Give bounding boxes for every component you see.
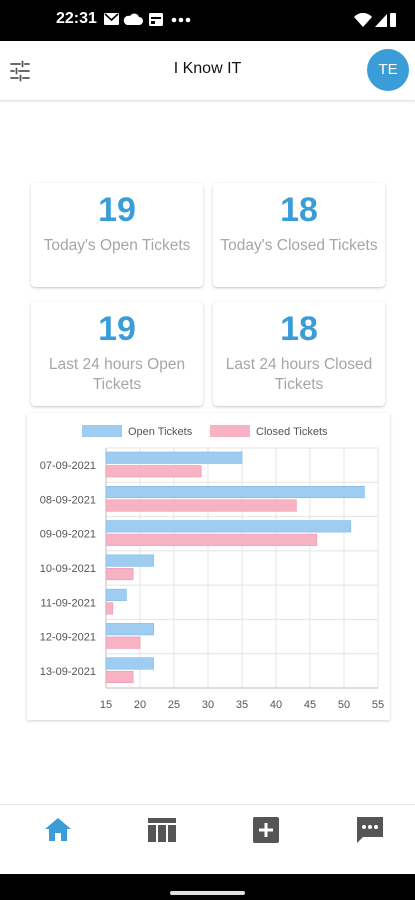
stat-label: Last 24 hours Open Tickets <box>48 356 186 393</box>
stat-value: 19 <box>98 191 136 229</box>
bar-closed-tickets <box>105 670 134 684</box>
category-tick-label: 11-09-2021 <box>41 597 96 609</box>
x-tick-label: 20 <box>134 699 146 711</box>
x-tick-label: 25 <box>168 699 180 711</box>
category-tick-label: 08-09-2021 <box>40 494 96 506</box>
bar-open-tickets <box>105 588 127 601</box>
avatar[interactable]: TE <box>367 49 409 91</box>
home-icon[interactable] <box>43 815 73 845</box>
app-bar: I Know IT TE <box>0 41 415 101</box>
stat-label: Today's Closed Tickets <box>220 237 378 254</box>
bar-open-tickets <box>105 657 154 670</box>
bar-closed-tickets <box>105 533 318 546</box>
notification-icons <box>104 13 191 26</box>
chart-svg: Open Tickets Closed Tickets 07-09-2021 08-0… <box>40 425 384 711</box>
bottom-nav <box>0 804 415 874</box>
stat-card-24h-closed[interactable]: 18 Last 24 hours Closed Tickets <box>213 302 385 406</box>
page-title: I Know IT <box>173 60 242 77</box>
tickets-chart: Open Tickets Closed Tickets 07-09-2021 08-0… <box>27 413 390 720</box>
category-tick-label: 13-09-2021 <box>40 666 96 678</box>
x-tick-label: 35 <box>236 699 248 711</box>
bar-open-tickets <box>105 623 154 636</box>
x-tick-label: 45 <box>304 699 316 711</box>
stat-label: Last 24 hours Closed Tickets <box>225 356 373 393</box>
legend-swatch <box>210 425 250 437</box>
x-tick-label: 40 <box>270 699 282 711</box>
gesture-bar <box>0 874 415 900</box>
cloud-icon <box>123 13 143 25</box>
system-icons <box>354 12 396 27</box>
status-bar: 22:31 <box>0 0 415 41</box>
signal-icon <box>375 14 387 27</box>
x-tick-label: 55 <box>372 699 384 711</box>
table-icon[interactable] <box>147 815 177 845</box>
legend-label: Closed Tickets <box>256 426 328 438</box>
bar-open-tickets <box>105 451 243 464</box>
stat-card-24h-open[interactable]: 19 Last 24 hours Open Tickets <box>31 302 203 406</box>
status-time: 22:31 <box>56 10 97 27</box>
message-icon[interactable] <box>355 815 385 845</box>
home-gesture-pill[interactable] <box>170 891 245 895</box>
category-tick-label: 10-09-2021 <box>40 563 96 575</box>
category-tick-label: 12-09-2021 <box>40 632 96 644</box>
wifi-icon <box>354 12 372 27</box>
more-notifications-icon <box>171 17 191 23</box>
category-tick-label: 07-09-2021 <box>40 460 96 472</box>
plus-box-icon[interactable] <box>251 815 281 845</box>
bar-closed-tickets <box>105 602 114 615</box>
stat-label: Today's Open Tickets <box>43 237 191 254</box>
stat-value: 18 <box>280 310 318 348</box>
bar-closed-tickets <box>105 465 202 478</box>
bar-open-tickets <box>105 554 154 567</box>
category-tick-label: 09-09-2021 <box>40 529 96 541</box>
legend-swatch <box>82 425 122 437</box>
battery-icon <box>390 13 396 27</box>
bar-closed-tickets <box>105 499 297 512</box>
x-tick-label: 50 <box>338 699 350 711</box>
bar-open-tickets <box>105 485 365 499</box>
stat-value: 18 <box>280 191 318 229</box>
stat-value: 19 <box>98 310 136 348</box>
mail-icon <box>104 13 119 25</box>
legend-label: Open Tickets <box>128 426 193 438</box>
bar-closed-tickets <box>105 636 141 649</box>
bar-open-tickets <box>105 520 352 533</box>
stat-card-today-closed[interactable]: 18 Today's Closed Tickets <box>213 183 385 287</box>
calendar-icon <box>149 13 163 26</box>
x-tick-label: 15 <box>100 699 112 711</box>
bar-closed-tickets <box>105 568 134 581</box>
x-tick-label: 30 <box>202 699 214 711</box>
stat-card-today-open[interactable]: 19 Today's Open Tickets <box>31 183 203 287</box>
